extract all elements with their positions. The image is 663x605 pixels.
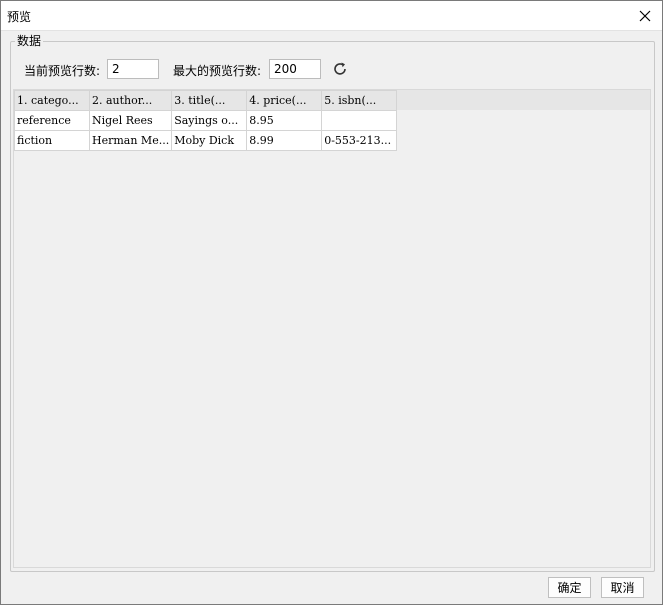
column-header[interactable]: 2. author... <box>88 90 173 111</box>
preview-dialog: 预览 数据 当前预览行数: 最大的预览行数: 1. catego... 2. a… <box>0 0 663 605</box>
table-cell[interactable]: Sayings o... <box>171 110 248 131</box>
table-cell[interactable]: 0-553-213... <box>321 130 398 151</box>
table-header-row: 1. catego... 2. author... 3. title(... 4… <box>14 90 398 111</box>
table-cell[interactable]: Nigel Rees <box>88 110 173 131</box>
group-legend: 数据 <box>15 32 44 49</box>
ok-button[interactable]: 确定 <box>548 577 591 598</box>
table-cell[interactable]: 8.99 <box>246 130 323 151</box>
column-header[interactable]: 5. isbn(... <box>321 90 398 111</box>
column-header[interactable]: 4. price(... <box>246 90 323 111</box>
current-rows-label: 当前预览行数: <box>24 64 101 78</box>
table-cell[interactable]: fiction <box>14 130 90 151</box>
preview-table-area: 1. catego... 2. author... 3. title(... 4… <box>13 89 651 568</box>
refresh-icon <box>334 62 346 75</box>
table-cell[interactable]: reference <box>14 110 90 131</box>
close-icon <box>639 10 651 22</box>
table-cell[interactable]: Moby Dick <box>171 130 248 151</box>
cancel-button[interactable]: 取消 <box>601 577 644 598</box>
current-rows-input[interactable] <box>107 59 159 79</box>
column-header[interactable]: 1. catego... <box>14 90 90 111</box>
title-bar: 预览 <box>1 1 662 31</box>
max-rows-input[interactable] <box>269 59 321 79</box>
table-row: fiction Herman Me... Moby Dick 8.99 0-55… <box>14 130 398 151</box>
max-rows-label: 最大的预览行数: <box>173 64 262 78</box>
close-button[interactable] <box>634 5 656 27</box>
table-cell[interactable]: 8.95 <box>246 110 323 131</box>
table-cell[interactable] <box>321 110 398 131</box>
table-row: reference Nigel Rees Sayings o... 8.95 <box>14 110 398 131</box>
refresh-button[interactable] <box>330 59 350 79</box>
table-cell[interactable]: Herman Me... <box>88 130 173 151</box>
preview-table: 1. catego... 2. author... 3. title(... 4… <box>14 90 398 151</box>
window-title: 预览 <box>7 10 32 24</box>
column-header[interactable]: 3. title(... <box>171 90 248 111</box>
